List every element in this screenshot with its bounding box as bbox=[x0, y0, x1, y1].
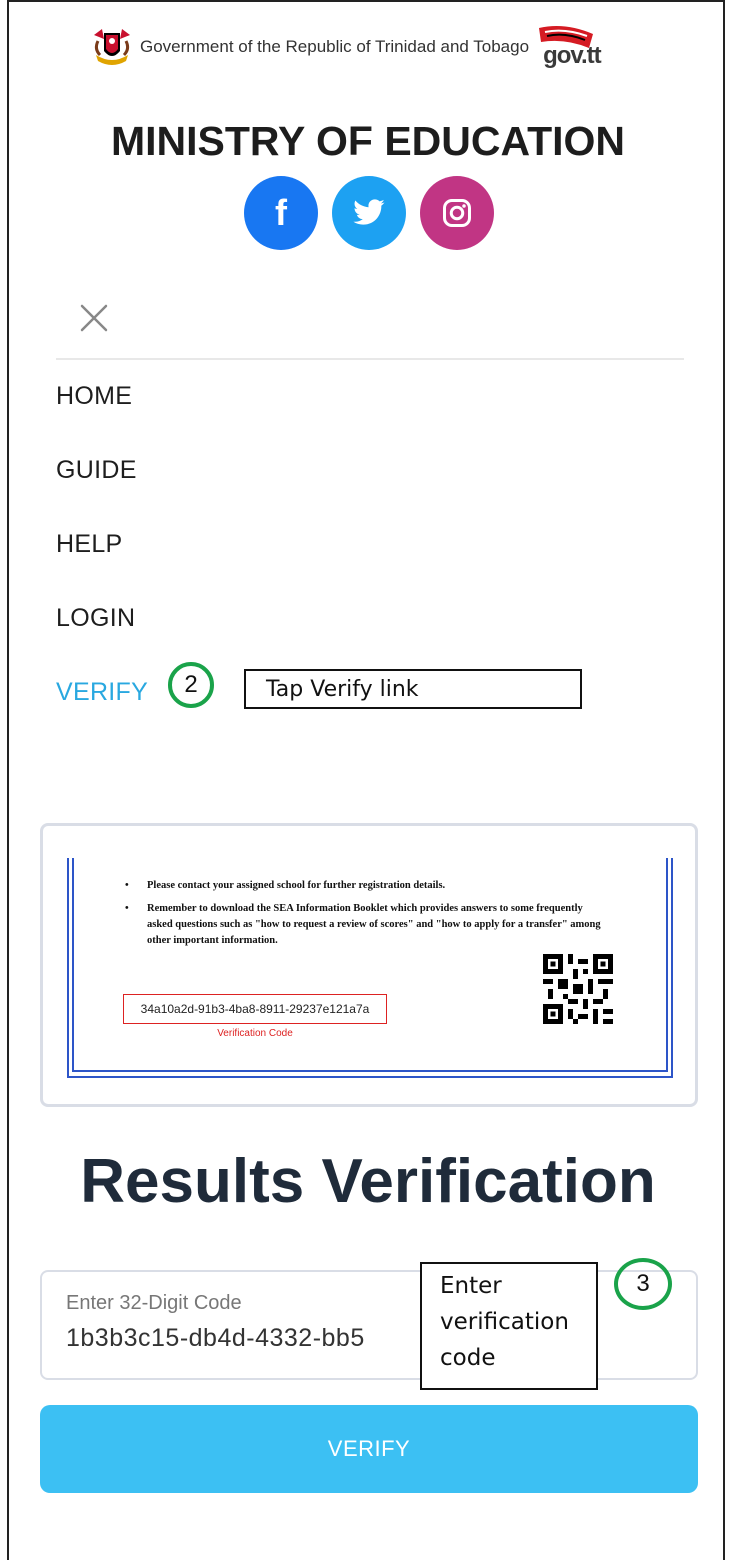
sample-verification-code: 34a10a2d-91b3-4ba8-8911-29237e121a7a bbox=[123, 994, 387, 1024]
nav-item-guide[interactable]: GUIDE bbox=[56, 456, 137, 485]
step-2-badge: 2 bbox=[168, 662, 214, 708]
doc-border bbox=[666, 858, 668, 1072]
step-3-callout: Enter verification code bbox=[420, 1262, 598, 1390]
code-field[interactable]: Enter 32-Digit Code 1b3b3c15-db4d-4332-b… bbox=[40, 1270, 698, 1380]
qr-code-icon bbox=[543, 954, 613, 1024]
doc-border bbox=[72, 858, 74, 1072]
nav-item-verify[interactable]: VERIFY bbox=[56, 678, 148, 707]
menu-divider bbox=[56, 358, 684, 360]
sample-bullet: Remember to download the SEA Information… bbox=[121, 901, 601, 949]
govtt-text: gov.tt bbox=[543, 42, 602, 69]
nav-item-login[interactable]: LOGIN bbox=[56, 604, 135, 633]
nav-item-home[interactable]: HOME bbox=[56, 382, 132, 411]
sample-bullet: Please contact your assigned school for … bbox=[121, 878, 601, 894]
twitter-icon[interactable] bbox=[332, 176, 406, 250]
gov-title: Government of the Republic of Trinidad a… bbox=[140, 37, 530, 56]
close-icon[interactable] bbox=[74, 298, 114, 338]
page-title: Results Verification bbox=[80, 1147, 656, 1216]
ministry-title: MINISTRY OF EDUCATION bbox=[110, 118, 626, 164]
gov-header: Government of the Republic of Trinidad a… bbox=[90, 22, 650, 72]
code-field-label: Enter 32-Digit Code bbox=[66, 1292, 242, 1314]
instagram-icon[interactable] bbox=[420, 176, 494, 250]
doc-border bbox=[671, 858, 673, 1078]
step-3-badge: 3 bbox=[614, 1258, 672, 1310]
sample-results-image: Please contact your assigned school for … bbox=[40, 823, 698, 1107]
doc-border bbox=[72, 1070, 668, 1072]
nav-item-help[interactable]: HELP bbox=[56, 530, 123, 559]
verify-button[interactable]: VERIFY bbox=[40, 1405, 698, 1493]
govtt-logo[interactable]: gov.tt bbox=[535, 24, 602, 70]
doc-border bbox=[67, 1076, 673, 1078]
sample-verification-label: Verification Code bbox=[217, 1028, 293, 1039]
sample-bullets: Please contact your assigned school for … bbox=[121, 878, 601, 956]
doc-border bbox=[67, 858, 69, 1078]
facebook-icon[interactable]: f bbox=[244, 176, 318, 250]
coat-of-arms-icon bbox=[90, 25, 134, 69]
step-2-callout: Tap Verify link bbox=[244, 669, 582, 709]
social-links: f bbox=[244, 176, 494, 250]
